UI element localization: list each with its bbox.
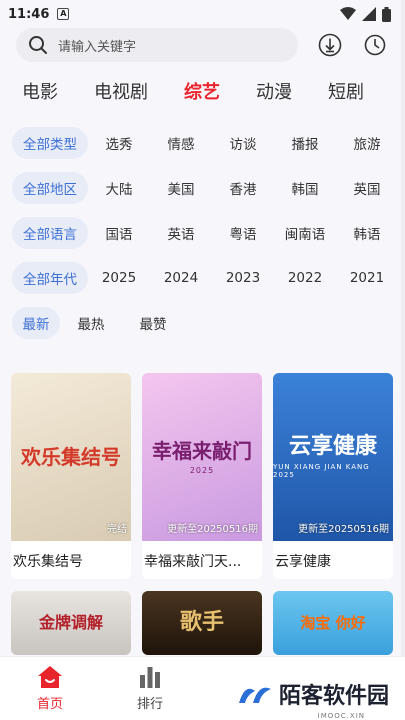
download-icon[interactable] [318,33,342,57]
watermark-logo-icon [238,687,271,703]
filter-row-type: 全部类型 选秀 情感 访谈 播报 旅游 [12,120,405,165]
content-grid: 欢乐集结号 完结 欢乐集结号 幸福来敲门 2025 更新至20250516期 幸… [11,373,394,655]
poster-subtitle: YUN XIANG JIAN KANG 2025 [273,463,370,480]
home-icon [38,666,62,688]
card-badge: 完结 [107,524,127,535]
filter-row-year: 全部年代 2025 2024 2023 2022 2021 [12,255,405,300]
wifi-icon [340,7,356,20]
content-card[interactable]: 幸福来敲门 2025 更新至20250516期 幸福来敲门天... [142,373,262,579]
filter-option[interactable]: 2022 [274,270,336,286]
content-card[interactable]: 金牌调解 [11,591,131,655]
poster-title: 淘宝 你好 [300,613,366,632]
filter-row-region: 全部地区 大陆 美国 香港 韩国 英国 [12,165,405,210]
filter-option[interactable]: 2025 [88,270,150,286]
content-card[interactable]: 云享健康 YUN XIANG JIAN KANG 2025 更新至2025051… [273,373,393,579]
poster-title: 金牌调解 [38,613,103,633]
screen-edge [401,0,405,720]
card-title: 幸福来敲门天... [144,554,242,570]
tab-variety[interactable]: 综艺 [184,78,220,104]
status-time: 11:46 [8,6,50,22]
filter-region-all[interactable]: 全部地区 [12,171,88,204]
tab-movie[interactable]: 电影 [22,78,58,104]
card-poster: 淘宝 你好 [273,591,393,655]
sort-latest[interactable]: 最新 [12,306,60,339]
search-placeholder: 请输入关键字 [58,39,137,55]
filter-panel: 全部类型 选秀 情感 访谈 播报 旅游 全部地区 大陆 美国 香港 韩国 英国 … [0,120,405,345]
search-icon [29,36,47,54]
filter-option[interactable]: 2024 [150,270,212,286]
sort-most-liked[interactable]: 最赞 [122,313,184,333]
filter-option[interactable]: 粤语 [212,223,274,243]
signal-icon [362,7,376,21]
search-input[interactable]: 请输入关键字 [16,28,298,62]
nav-home[interactable]: 首页 [0,665,100,712]
filter-language-all[interactable]: 全部语言 [12,216,88,249]
history-icon[interactable] [364,34,386,56]
filter-option[interactable]: 韩语 [336,223,398,243]
sort-hottest[interactable]: 最热 [60,313,122,333]
card-poster: 歌手 [142,591,262,655]
filter-option[interactable]: 2021 [336,270,398,286]
bottom-nav: 首页 排行 陌客软件园 IMOOC.XIN [0,656,405,720]
filter-option[interactable]: 选秀 [88,133,150,153]
card-title: 欢乐集结号 [13,554,83,570]
filter-option[interactable]: 旅游 [336,133,398,153]
filter-option[interactable]: 播报 [274,133,336,153]
status-bar: 11:46 A [0,0,405,28]
nav-ranking[interactable]: 排行 [100,665,200,712]
ranking-icon [140,667,160,688]
battery-icon [382,6,391,22]
filter-row-language: 全部语言 国语 英语 粤语 闽南语 韩语 [12,210,405,255]
filter-option[interactable]: 美国 [150,178,212,198]
filter-type-all[interactable]: 全部类型 [12,126,88,159]
content-card[interactable]: 欢乐集结号 完结 欢乐集结号 [11,373,131,579]
app-notification-icon: A [57,8,70,20]
filter-option[interactable]: 香港 [212,178,274,198]
watermark-text: 陌客软件园 [278,684,389,709]
watermark-subtext: IMOOC.XIN [317,712,365,720]
card-poster: 幸福来敲门 2025 更新至20250516期 [142,373,262,541]
tab-tv-series[interactable]: 电视剧 [94,78,148,104]
filter-option[interactable]: 英国 [336,178,398,198]
filter-option[interactable]: 访谈 [212,133,274,153]
content-card[interactable]: 淘宝 你好 [273,591,393,655]
search-header: 请输入关键字 [0,28,405,62]
watermark-logo: 陌客软件园 [235,678,389,710]
card-badge: 更新至20250516期 [298,524,389,535]
filter-option[interactable]: 2023 [212,270,274,286]
category-tabs: 电影 电视剧 综艺 动漫 短剧 [0,62,405,120]
filter-option[interactable]: 韩国 [274,178,336,198]
filter-option[interactable]: 英语 [150,223,212,243]
card-poster: 欢乐集结号 完结 [11,373,131,541]
poster-subtitle: 2025 [189,465,215,475]
nav-home-label: 首页 [36,697,63,712]
card-poster: 金牌调解 [11,591,131,655]
card-poster: 云享健康 YUN XIANG JIAN KANG 2025 更新至2025051… [273,373,393,541]
filter-option[interactable]: 国语 [88,223,150,243]
card-title: 云享健康 [275,554,331,570]
filter-option[interactable]: 闽南语 [274,223,336,243]
poster-title: 云享健康 [288,433,377,459]
filter-year-all[interactable]: 全部年代 [12,261,88,294]
card-badge: 更新至20250516期 [167,524,258,535]
tab-short-drama[interactable]: 短剧 [328,78,364,104]
content-card[interactable]: 歌手 [142,591,262,655]
filter-option[interactable]: 大陆 [88,178,150,198]
tab-anime[interactable]: 动漫 [256,78,292,104]
poster-title: 幸福来敲门 [152,438,252,463]
poster-title: 欢乐集结号 [21,445,121,469]
nav-ranking-label: 排行 [136,697,163,712]
filter-option[interactable]: 情感 [150,133,212,153]
filter-row-sort: 最新 最热 最赞 [12,300,405,345]
poster-title: 歌手 [179,609,224,635]
